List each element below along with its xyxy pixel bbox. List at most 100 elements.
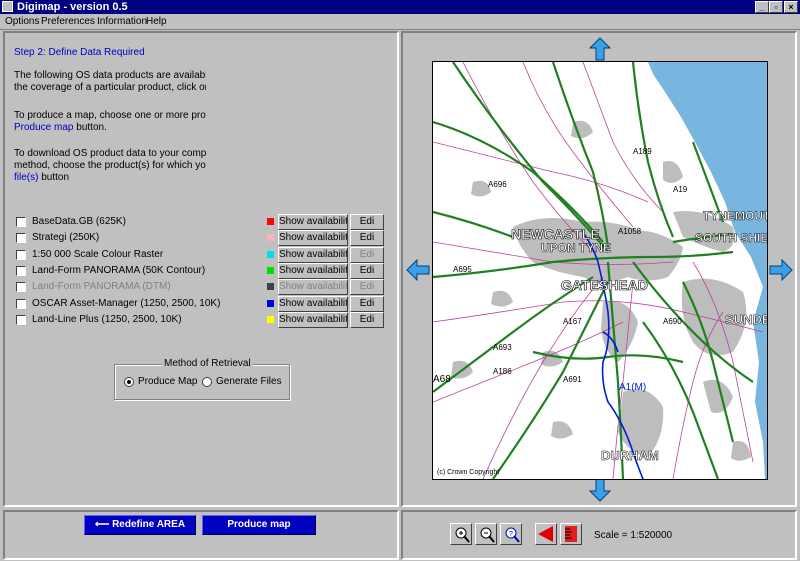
product-checkbox[interactable] (16, 298, 26, 309)
map-label-upon-tyne: UPON TYNE (541, 241, 611, 255)
map-canvas: NEWCASTLE UPON TYNE GATESHEAD TYNEMOUTH … (433, 62, 767, 479)
edit-button[interactable]: Edi (350, 279, 384, 296)
product-checkbox[interactable] (16, 249, 26, 260)
generate-files-radio[interactable] (202, 377, 212, 387)
zoom-query-button[interactable]: ? (500, 523, 522, 545)
map-label-a1m: A1(M) (619, 382, 646, 393)
menu-help[interactable]: Help (146, 15, 167, 28)
map-label-durham: DURHAM (601, 448, 659, 463)
download-line: To download OS product data to your comp… (14, 148, 206, 159)
product-checkbox[interactable] (16, 233, 26, 244)
menu-bar: Options Preferences Information Help (0, 14, 800, 30)
product-row: BaseData.GB (625K) Show availability Edi (14, 214, 386, 230)
back-arrow-icon: ⟵ (94, 519, 113, 530)
pan-south-arrow-icon[interactable] (589, 478, 611, 502)
product-color-swatch (267, 299, 274, 307)
ruler-icon (565, 526, 577, 542)
edit-button[interactable]: Edi (350, 295, 384, 312)
product-checkbox[interactable] (16, 282, 26, 293)
map-view[interactable]: NEWCASTLE UPON TYNE GATESHEAD TYNEMOUTH … (432, 61, 768, 480)
edit-button[interactable]: Edi (350, 311, 384, 328)
product-row: Land-Form PANORAMA (DTM) Show availabilit… (14, 279, 386, 296)
edit-button[interactable]: Edi (350, 246, 384, 263)
title-bar: Digimap - version 0.5 _ ▫ × (0, 0, 800, 14)
product-label: Strategi (250K) (32, 232, 100, 244)
product-checkbox[interactable] (16, 217, 26, 227)
product-label: BaseData.GB (625K) (32, 216, 126, 227)
product-label: 1:50 000 Scale Colour Raster (32, 248, 164, 260)
svg-text:?: ? (509, 531, 513, 538)
product-label: OSCAR Asset-Manager (1250, 2500, 10K) (32, 297, 221, 309)
show-availability-button[interactable]: Show availability (278, 246, 348, 263)
map-road-label: A695 (453, 265, 472, 274)
zoom-in-icon (455, 527, 470, 543)
product-color-swatch (267, 250, 274, 258)
zoom-in-button[interactable] (450, 523, 472, 545)
map-label-sunderland: SUNDERLAND (725, 312, 767, 327)
show-availability-button[interactable]: Show availability (278, 295, 348, 312)
product-row: Land-Line Plus (1250, 2500, 10K) Show ava… (14, 311, 386, 328)
download-line: method, choose the product(s) for which … (14, 160, 206, 171)
zoom-out-icon (480, 527, 495, 543)
files-link[interactable]: file(s) (14, 172, 38, 183)
red-back-arrow-icon (538, 526, 553, 542)
download-text: To download OS product data to your comp… (14, 148, 206, 184)
product-checkbox[interactable] (16, 314, 26, 325)
show-availability-button[interactable]: Show availability (278, 279, 348, 296)
intro-text: The following OS data products are avail… (14, 70, 206, 94)
produce-line: To produce a map, choose one or more pro… (14, 110, 206, 121)
action-bar (3, 510, 399, 560)
product-row: Strategi (250K) Show availability Edi (14, 230, 386, 247)
product-color-swatch (267, 234, 274, 242)
pan-north-arrow-icon[interactable] (589, 37, 611, 61)
map-label-gateshead: GATESHEAD (561, 277, 648, 293)
window-title: Digimap - version 0.5 (17, 1, 128, 13)
map-road-label: A186 (493, 367, 512, 376)
map-label-south-shields: SOUTH SHIELDS (695, 231, 767, 245)
edit-button[interactable]: Edi (350, 230, 384, 247)
product-checkbox[interactable] (16, 265, 26, 276)
product-row: Land-Form PANORAMA (50K Contour) Show ava… (14, 262, 386, 279)
product-label: Land-Form PANORAMA (50K Contour) (32, 264, 206, 276)
menu-preferences[interactable]: Preferences (41, 15, 95, 28)
step-heading: Step 2: Define Data Required (14, 47, 145, 58)
scale-readout: Scale = 1:520000 (594, 530, 673, 541)
app-icon (2, 1, 13, 12)
produce-tail: button. (73, 122, 107, 133)
produce-map-radio-label: Produce Map (138, 376, 198, 387)
minimize-button[interactable]: _ (755, 1, 769, 13)
menu-options[interactable]: Options (5, 15, 39, 28)
show-availability-button[interactable]: Show availability (278, 230, 348, 247)
close-button[interactable]: × (784, 1, 798, 13)
produce-map-button[interactable]: Produce map (202, 515, 316, 535)
product-row: OSCAR Asset-Manager (1250, 2500, 10K) Sho… (14, 295, 386, 312)
print-button[interactable] (560, 523, 582, 545)
produce-map-link[interactable]: Produce map (14, 122, 73, 133)
produce-map-radio[interactable] (124, 377, 134, 387)
show-availability-button[interactable]: Show availability (278, 311, 348, 328)
map-road-label: A691 (563, 375, 582, 384)
produce-text: To produce a map, choose one or more pro… (14, 110, 206, 134)
maximize-button[interactable]: ▫ (769, 1, 783, 13)
map-road-label: A189 (633, 147, 652, 156)
show-availability-button[interactable]: Show availability (278, 214, 348, 230)
generate-files-radio-label: Generate Files (216, 376, 282, 387)
pan-east-arrow-icon[interactable] (769, 259, 793, 281)
zoom-out-button[interactable] (475, 523, 497, 545)
product-label: Land-Line Plus (1250, 2500, 10K) (32, 313, 182, 325)
product-color-swatch (267, 315, 274, 323)
intro-line: the coverage of a particular product, cl… (14, 82, 206, 93)
map-label-newcastle: NEWCASTLE (511, 226, 600, 242)
redefine-area-label: Redefine AREA (112, 519, 186, 530)
map-label-tynemouth: TYNEMOUTH (703, 209, 767, 223)
map-road-label: A1058 (618, 227, 642, 236)
show-availability-button[interactable]: Show availability (278, 262, 348, 279)
edit-button[interactable]: Edi (350, 262, 384, 279)
menu-information[interactable]: Information (97, 15, 147, 28)
back-button[interactable] (535, 523, 557, 545)
pan-west-arrow-icon[interactable] (406, 259, 430, 281)
retrieval-method-title: Method of Retrieval (162, 358, 253, 369)
map-road-label: A68 (433, 374, 451, 385)
edit-button[interactable]: Edi (350, 214, 384, 230)
redefine-area-button[interactable]: ⟵ Redefine AREA (84, 515, 196, 535)
